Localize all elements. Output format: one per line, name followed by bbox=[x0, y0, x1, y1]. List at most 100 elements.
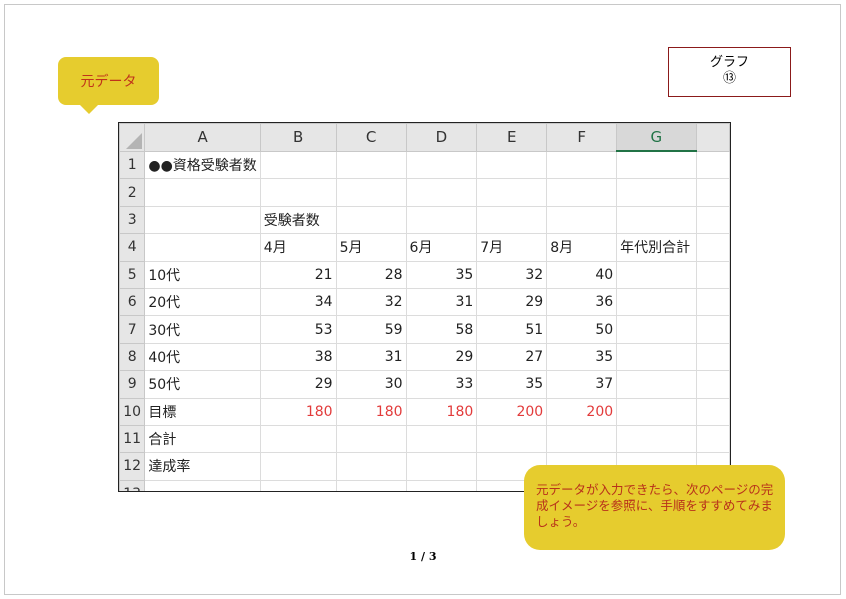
cell[interactable]: 31 bbox=[335, 342, 407, 372]
cell[interactable]: 5月 bbox=[335, 233, 407, 262]
cell[interactable]: 31 bbox=[405, 287, 478, 317]
cell[interactable]: 59 bbox=[335, 315, 407, 344]
cell[interactable]: 35 bbox=[476, 370, 548, 399]
row-header[interactable]: 10 bbox=[119, 397, 146, 426]
cell[interactable] bbox=[695, 178, 730, 207]
row-header[interactable]: 13 bbox=[119, 479, 146, 491]
cell[interactable] bbox=[259, 424, 337, 454]
cell[interactable]: 30 bbox=[335, 370, 407, 399]
cell[interactable]: 200 bbox=[546, 397, 618, 426]
cell[interactable]: 21 bbox=[259, 260, 337, 289]
cell[interactable] bbox=[335, 178, 407, 207]
cell[interactable]: 29 bbox=[259, 370, 337, 399]
cell[interactable]: 目標 bbox=[144, 397, 261, 426]
row-header[interactable]: 7 bbox=[119, 315, 146, 344]
cell[interactable] bbox=[335, 205, 407, 235]
column-header-e[interactable]: E bbox=[476, 123, 548, 152]
row-header[interactable]: 5 bbox=[119, 260, 146, 289]
cell[interactable] bbox=[695, 370, 730, 399]
row-header[interactable]: 9 bbox=[119, 370, 146, 399]
cell[interactable] bbox=[695, 233, 730, 262]
cell[interactable] bbox=[616, 342, 697, 372]
cell[interactable]: 20代 bbox=[144, 287, 261, 317]
cell[interactable]: 合計 bbox=[144, 424, 261, 454]
cell[interactable] bbox=[405, 178, 478, 207]
row-header[interactable]: 1 bbox=[119, 150, 146, 180]
cell[interactable]: 180 bbox=[405, 397, 478, 426]
row-header[interactable]: 6 bbox=[119, 287, 146, 317]
cell[interactable]: 35 bbox=[405, 260, 478, 289]
cell[interactable] bbox=[695, 342, 730, 372]
cell[interactable] bbox=[144, 178, 261, 207]
cell[interactable]: 年代別合計 bbox=[616, 233, 697, 262]
cell[interactable] bbox=[405, 150, 478, 180]
cell[interactable] bbox=[616, 205, 697, 235]
cell[interactable]: ●●資格受験者数 bbox=[144, 150, 261, 180]
cell[interactable]: 29 bbox=[405, 342, 478, 372]
cell[interactable] bbox=[695, 315, 730, 344]
cell[interactable]: 7月 bbox=[476, 233, 548, 262]
row-header[interactable]: 11 bbox=[119, 424, 146, 454]
cell[interactable] bbox=[616, 424, 697, 454]
cell[interactable] bbox=[335, 452, 407, 481]
cell[interactable]: 180 bbox=[335, 397, 407, 426]
cell[interactable] bbox=[695, 287, 730, 317]
cell[interactable] bbox=[546, 150, 618, 180]
column-header-b[interactable]: B bbox=[259, 123, 337, 152]
cell[interactable] bbox=[695, 260, 730, 289]
cell[interactable]: 180 bbox=[259, 397, 337, 426]
cell[interactable]: 200 bbox=[476, 397, 548, 426]
cell[interactable] bbox=[616, 397, 697, 426]
cell[interactable]: 32 bbox=[335, 287, 407, 317]
cell[interactable]: 受験者数 bbox=[259, 205, 337, 235]
cell[interactable] bbox=[546, 205, 618, 235]
cell[interactable] bbox=[335, 479, 407, 491]
column-header-d[interactable]: D bbox=[405, 123, 478, 152]
cell[interactable]: 6月 bbox=[405, 233, 478, 262]
cell[interactable] bbox=[616, 178, 697, 207]
cell[interactable] bbox=[335, 424, 407, 454]
cell[interactable] bbox=[144, 233, 261, 262]
select-all-corner[interactable] bbox=[119, 123, 146, 152]
cell[interactable]: 29 bbox=[476, 287, 548, 317]
cell[interactable]: 53 bbox=[259, 315, 337, 344]
row-header[interactable]: 12 bbox=[119, 452, 146, 481]
column-header-f[interactable]: F bbox=[546, 123, 618, 152]
cell[interactable] bbox=[695, 205, 730, 235]
cell[interactable] bbox=[405, 205, 478, 235]
cell[interactable]: 50 bbox=[546, 315, 618, 344]
cell[interactable] bbox=[259, 479, 337, 491]
cell[interactable] bbox=[546, 424, 618, 454]
row-header[interactable]: 4 bbox=[119, 233, 146, 262]
cell[interactable] bbox=[259, 178, 337, 207]
cell[interactable] bbox=[476, 205, 548, 235]
cell[interactable]: 10代 bbox=[144, 260, 261, 289]
cell[interactable] bbox=[476, 150, 548, 180]
cell[interactable]: 38 bbox=[259, 342, 337, 372]
row-header[interactable]: 3 bbox=[119, 205, 146, 235]
cell[interactable] bbox=[616, 315, 697, 344]
cell[interactable] bbox=[695, 424, 730, 454]
cell[interactable]: 34 bbox=[259, 287, 337, 317]
cell[interactable] bbox=[405, 424, 478, 454]
cell[interactable] bbox=[405, 452, 478, 481]
cell[interactable] bbox=[616, 260, 697, 289]
cell[interactable]: 58 bbox=[405, 315, 478, 344]
cell[interactable]: 28 bbox=[335, 260, 407, 289]
cell[interactable]: 51 bbox=[476, 315, 548, 344]
cell[interactable] bbox=[695, 150, 730, 180]
column-header-h[interactable] bbox=[695, 123, 730, 152]
cell[interactable] bbox=[546, 178, 618, 207]
cell[interactable]: 50代 bbox=[144, 370, 261, 399]
cell[interactable]: 4月 bbox=[259, 233, 337, 262]
cell[interactable] bbox=[259, 452, 337, 481]
cell[interactable]: 30代 bbox=[144, 315, 261, 344]
cell[interactable] bbox=[335, 150, 407, 180]
cell[interactable]: 37 bbox=[546, 370, 618, 399]
cell[interactable]: 27 bbox=[476, 342, 548, 372]
row-header[interactable]: 2 bbox=[119, 178, 146, 207]
cell[interactable] bbox=[616, 370, 697, 399]
cell[interactable] bbox=[616, 150, 697, 180]
cell[interactable] bbox=[144, 479, 261, 491]
cell[interactable]: 35 bbox=[546, 342, 618, 372]
